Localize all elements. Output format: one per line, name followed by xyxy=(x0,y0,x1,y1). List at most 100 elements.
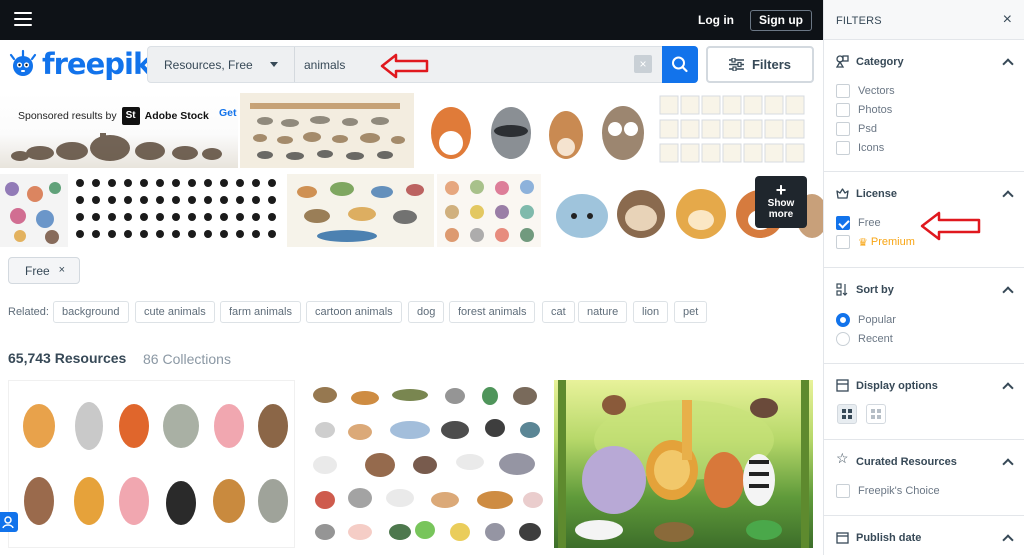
result-card-cartoon-animals[interactable] xyxy=(8,380,295,548)
search-input[interactable]: animals xyxy=(304,58,345,72)
category-icon xyxy=(836,55,849,68)
psd-checkbox[interactable] xyxy=(836,122,850,136)
clear-search-button[interactable]: × xyxy=(634,55,652,73)
top-navigation-bar: Log in Sign up xyxy=(0,0,823,40)
related-tag[interactable]: cat xyxy=(542,301,575,323)
collections-link[interactable]: 86 Collections xyxy=(143,351,231,367)
related-label: Related: xyxy=(8,306,49,318)
show-more-label: Show more xyxy=(767,198,795,220)
chevron-down-icon xyxy=(270,62,278,67)
popular-label: Popular xyxy=(858,314,896,326)
premium-label: Premium xyxy=(870,236,915,248)
tiles-icon xyxy=(871,409,881,419)
sponsored-image-1[interactable] xyxy=(0,93,238,168)
freepiks-choice-label: Freepik's Choice xyxy=(858,485,940,497)
close-icon[interactable]: × xyxy=(1003,11,1012,29)
vectors-label: Vectors xyxy=(858,85,895,97)
publish-date-section: Publish date xyxy=(824,516,1024,555)
category-psd[interactable]: Psd xyxy=(836,122,877,136)
related-tag[interactable]: cute animals xyxy=(135,301,215,323)
popular-radio[interactable] xyxy=(836,313,850,327)
signup-button[interactable]: Sign up xyxy=(750,10,812,31)
category-icons[interactable]: Icons xyxy=(836,141,884,155)
license-premium[interactable]: ♛ Premium xyxy=(836,235,915,249)
chevron-up-icon[interactable] xyxy=(1002,382,1014,394)
vectors-checkbox[interactable] xyxy=(836,84,850,98)
result-thumbnail[interactable] xyxy=(287,174,434,247)
display-title[interactable]: Display options xyxy=(856,380,938,392)
icons-checkbox[interactable] xyxy=(836,141,850,155)
sort-popular[interactable]: Popular xyxy=(836,313,896,327)
adobe-stock-logo-icon: St xyxy=(121,107,140,125)
category-vectors[interactable]: Vectors xyxy=(836,84,895,98)
adobe-stock-brand: Adobe Stock xyxy=(144,110,209,122)
grid-layout-button[interactable] xyxy=(837,404,857,424)
category-section: Category Vectors Photos Psd Icons xyxy=(824,40,1024,172)
license-free[interactable]: Free xyxy=(836,216,881,230)
category-photos[interactable]: Photos xyxy=(836,103,892,117)
chevron-up-icon[interactable] xyxy=(1002,286,1014,298)
filters-panel: FILTERS × Category Vectors Photos Psd Ic… xyxy=(823,0,1024,555)
related-tag[interactable]: farm animals xyxy=(220,301,301,323)
plus-icon: + xyxy=(775,180,787,200)
grid-icon xyxy=(842,409,852,419)
photos-label: Photos xyxy=(858,104,893,116)
sponsored-label: Sponsored results by St Adobe Stock xyxy=(18,107,209,125)
sponsored-image-2[interactable] xyxy=(240,93,414,168)
icons-label: Icons xyxy=(858,142,885,154)
related-tag[interactable]: background xyxy=(53,301,129,323)
sponsored-image-3[interactable] xyxy=(416,93,652,168)
active-filter-free[interactable]: Free × xyxy=(8,257,80,284)
menu-icon[interactable] xyxy=(14,12,32,26)
related-tag[interactable]: cartoon animals xyxy=(306,301,402,323)
search-button[interactable] xyxy=(662,46,698,83)
sponsored-prefix: Sponsored results by xyxy=(18,110,117,122)
login-link[interactable]: Log in xyxy=(698,13,734,27)
related-tag[interactable]: dog xyxy=(408,301,445,323)
license-icon xyxy=(836,188,849,199)
result-card-animal-set[interactable] xyxy=(305,380,545,548)
chevron-up-icon[interactable] xyxy=(1002,190,1014,202)
freepiks-choice-checkbox[interactable] xyxy=(836,484,850,498)
chevron-up-icon[interactable] xyxy=(1002,458,1014,470)
recent-radio[interactable] xyxy=(836,332,850,346)
chevron-up-icon[interactable] xyxy=(1002,534,1014,546)
result-thumbnail[interactable] xyxy=(0,174,68,247)
premium-checkbox[interactable] xyxy=(836,235,850,249)
result-thumbnail[interactable] xyxy=(70,174,284,247)
result-thumbnail[interactable] xyxy=(437,174,541,247)
result-card-jungle-scene[interactable] xyxy=(554,380,813,548)
display-icon xyxy=(836,379,849,392)
related-tag[interactable]: pet xyxy=(674,301,708,323)
resource-type-select[interactable]: Resources, Free xyxy=(148,47,295,82)
category-title[interactable]: Category xyxy=(856,56,904,68)
chevron-up-icon[interactable] xyxy=(1002,58,1014,70)
filters-label: Filters xyxy=(751,57,791,72)
related-tag[interactable]: lion xyxy=(633,301,669,323)
related-tag[interactable]: nature xyxy=(578,301,628,323)
user-badge-icon[interactable] xyxy=(0,512,18,532)
sort-title[interactable]: Sort by xyxy=(856,284,894,296)
sponsored-image-4[interactable] xyxy=(654,93,823,168)
freepik-logo-text: freepik xyxy=(42,47,152,81)
freepik-logo[interactable]: freepik xyxy=(8,44,152,84)
free-label: Free xyxy=(858,217,881,229)
filters-panel-header: FILTERS × xyxy=(824,0,1024,40)
tile-layout-button[interactable] xyxy=(866,404,886,424)
free-checkbox[interactable] xyxy=(836,216,850,230)
related-tag[interactable]: forest animals xyxy=(449,301,536,323)
freepiks-choice[interactable]: Freepik's Choice xyxy=(836,484,940,498)
search-icon xyxy=(672,56,688,73)
show-more-button[interactable]: + Show more xyxy=(755,176,807,228)
sort-icon xyxy=(836,283,848,296)
display-section: Display options xyxy=(824,364,1024,440)
remove-filter-icon[interactable]: × xyxy=(59,264,65,276)
sort-recent[interactable]: Recent xyxy=(836,332,893,346)
curated-title[interactable]: Curated Resources xyxy=(856,456,957,468)
publish-date-title[interactable]: Publish date xyxy=(856,532,921,544)
photos-checkbox[interactable] xyxy=(836,103,850,117)
filters-button[interactable]: Filters xyxy=(706,46,814,83)
license-title[interactable]: License xyxy=(856,188,897,200)
star-icon: ☆ xyxy=(836,450,849,466)
resources-count: 65,743 Resources xyxy=(8,350,127,366)
